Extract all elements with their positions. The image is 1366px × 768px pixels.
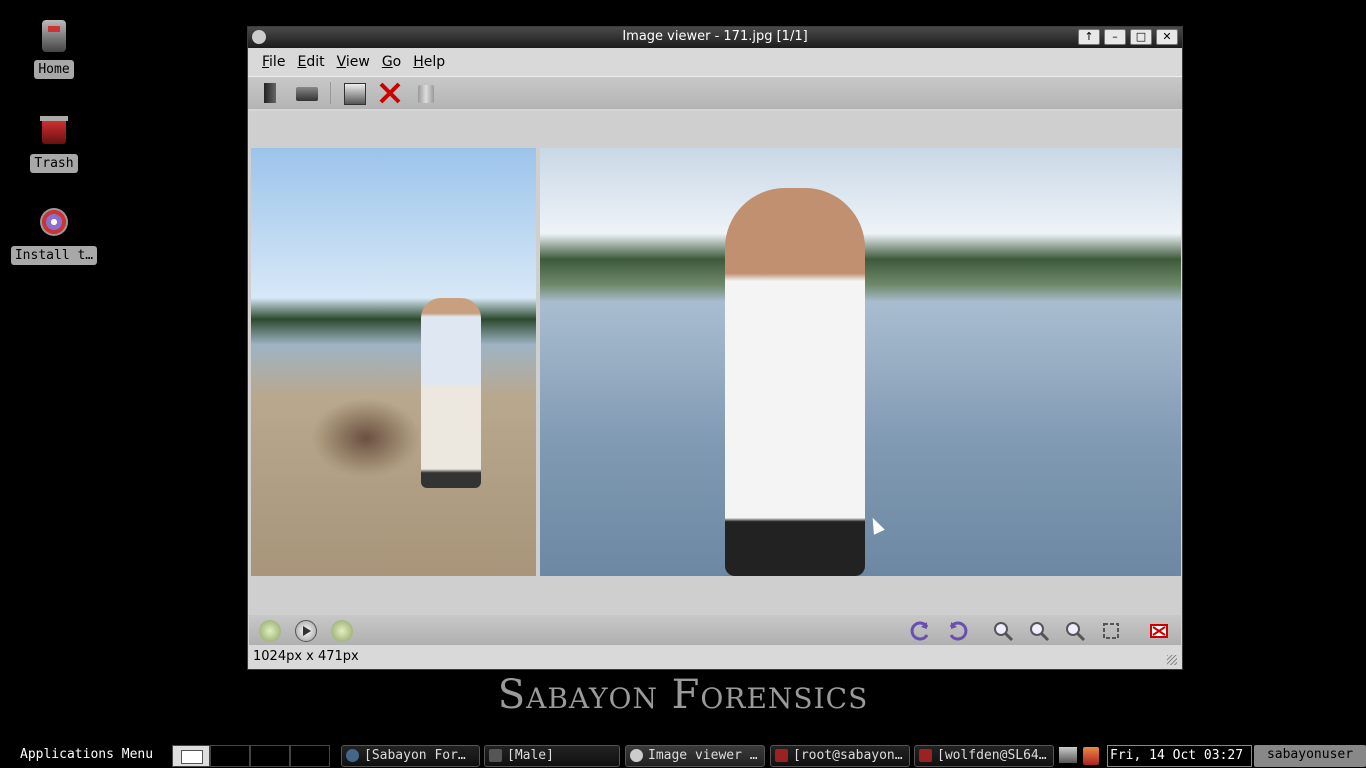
- photo-portrait-panel: [540, 148, 1181, 576]
- close-image-icon[interactable]: [377, 81, 403, 105]
- resize-grip[interactable]: [1167, 655, 1177, 665]
- shade-button[interactable]: ↑: [1078, 29, 1100, 45]
- rotate-left-icon[interactable]: [909, 619, 933, 643]
- applications-menu[interactable]: Applications Menu: [20, 747, 153, 762]
- desktop-icon-label: Install t…: [10, 246, 98, 265]
- power-manager-icon[interactable]: [1083, 747, 1099, 765]
- open-folder-icon[interactable]: [258, 81, 284, 105]
- window-title: Image viewer - 171.jpg [1/1]: [622, 29, 808, 44]
- golfer-figure: [421, 298, 481, 488]
- zoom-100-icon[interactable]: [1099, 619, 1123, 643]
- sand-splash: [311, 398, 421, 478]
- trash-icon: [36, 112, 72, 148]
- image-dimensions: 1024px x 471px: [253, 649, 359, 664]
- toolbar-separator: [330, 82, 331, 104]
- menu-go[interactable]: Go: [376, 54, 407, 70]
- desktop-icon-label: Home: [34, 60, 74, 79]
- photo-golfer-panel: [251, 148, 536, 576]
- desktop-icon-label: Trash: [30, 154, 78, 173]
- task-label: [Male]: [507, 748, 554, 763]
- maximize-button[interactable]: □: [1130, 29, 1152, 45]
- next-icon[interactable]: [331, 620, 353, 642]
- close-button[interactable]: ✕: [1156, 29, 1178, 45]
- desktop-icon-trash[interactable]: Trash: [4, 112, 104, 173]
- image-viewer-icon: [630, 749, 643, 762]
- task-sabayon-forensics[interactable]: [Sabayon For…: [341, 745, 480, 767]
- workspace-3[interactable]: [250, 745, 290, 767]
- desktop-icon-home[interactable]: Home: [4, 18, 104, 79]
- image-canvas[interactable]: [249, 111, 1181, 615]
- minimize-button[interactable]: –: [1104, 29, 1126, 45]
- person-figure: [725, 188, 865, 576]
- network-icon[interactable]: [1059, 747, 1077, 763]
- taskbar: Applications Menu [Sabayon For… [Male] I…: [0, 744, 1366, 768]
- slideshow-play-icon[interactable]: [295, 620, 317, 642]
- menu-edit[interactable]: Edit: [291, 54, 330, 70]
- zoom-out-icon[interactable]: [1027, 619, 1051, 643]
- task-label: [Sabayon For…: [364, 748, 466, 763]
- install-disc-icon: [36, 204, 72, 240]
- statusbar: 1024px x 471px: [249, 645, 1181, 669]
- task-label: [root@sabayon…: [793, 748, 903, 763]
- task-label: Image viewer …: [648, 748, 758, 763]
- task-male[interactable]: [Male]: [484, 745, 620, 767]
- fullscreen-icon[interactable]: [1147, 619, 1171, 643]
- image-viewer-window: Image viewer - 171.jpg [1/1] ↑ – □ ✕ Fil…: [247, 26, 1183, 670]
- toolbar: [248, 76, 1182, 109]
- menu-help[interactable]: Help: [407, 54, 451, 70]
- workspace-2[interactable]: [210, 745, 250, 767]
- wallpaper-brand: Sabayon Forensics: [497, 672, 869, 718]
- open-dir-icon[interactable]: [294, 81, 320, 105]
- delete-icon[interactable]: [413, 81, 439, 105]
- workspace-4[interactable]: [290, 745, 330, 767]
- zoom-in-icon[interactable]: [991, 619, 1015, 643]
- workspace-1[interactable]: [172, 745, 210, 767]
- task-root-terminal[interactable]: [root@sabayon…: [770, 745, 910, 767]
- desktop-icon-install[interactable]: Install t…: [4, 204, 104, 265]
- task-image-viewer[interactable]: Image viewer …: [625, 745, 765, 767]
- user-switcher[interactable]: sabayonuser: [1254, 745, 1366, 767]
- previous-icon[interactable]: [259, 620, 281, 642]
- navigation-bar: [249, 615, 1181, 645]
- save-as-icon[interactable]: [341, 81, 367, 105]
- clock[interactable]: Fri, 14 Oct 03:27: [1107, 745, 1252, 767]
- menu-file[interactable]: File: [256, 54, 291, 70]
- rotate-right-icon[interactable]: [945, 619, 969, 643]
- terminal-icon: [919, 749, 932, 762]
- menu-view[interactable]: View: [331, 54, 376, 70]
- globe-icon: [346, 749, 359, 762]
- task-label: [wolfden@SL64…: [937, 748, 1047, 763]
- terminal-icon: [775, 749, 788, 762]
- menubar: File Edit View Go Help: [248, 48, 1182, 76]
- folder-icon: [489, 749, 502, 762]
- window-titlebar[interactable]: Image viewer - 171.jpg [1/1] ↑ – □ ✕: [248, 27, 1182, 48]
- task-wolfden-terminal[interactable]: [wolfden@SL64…: [914, 745, 1054, 767]
- home-icon: [36, 18, 72, 54]
- zoom-fit-icon[interactable]: [1063, 619, 1087, 643]
